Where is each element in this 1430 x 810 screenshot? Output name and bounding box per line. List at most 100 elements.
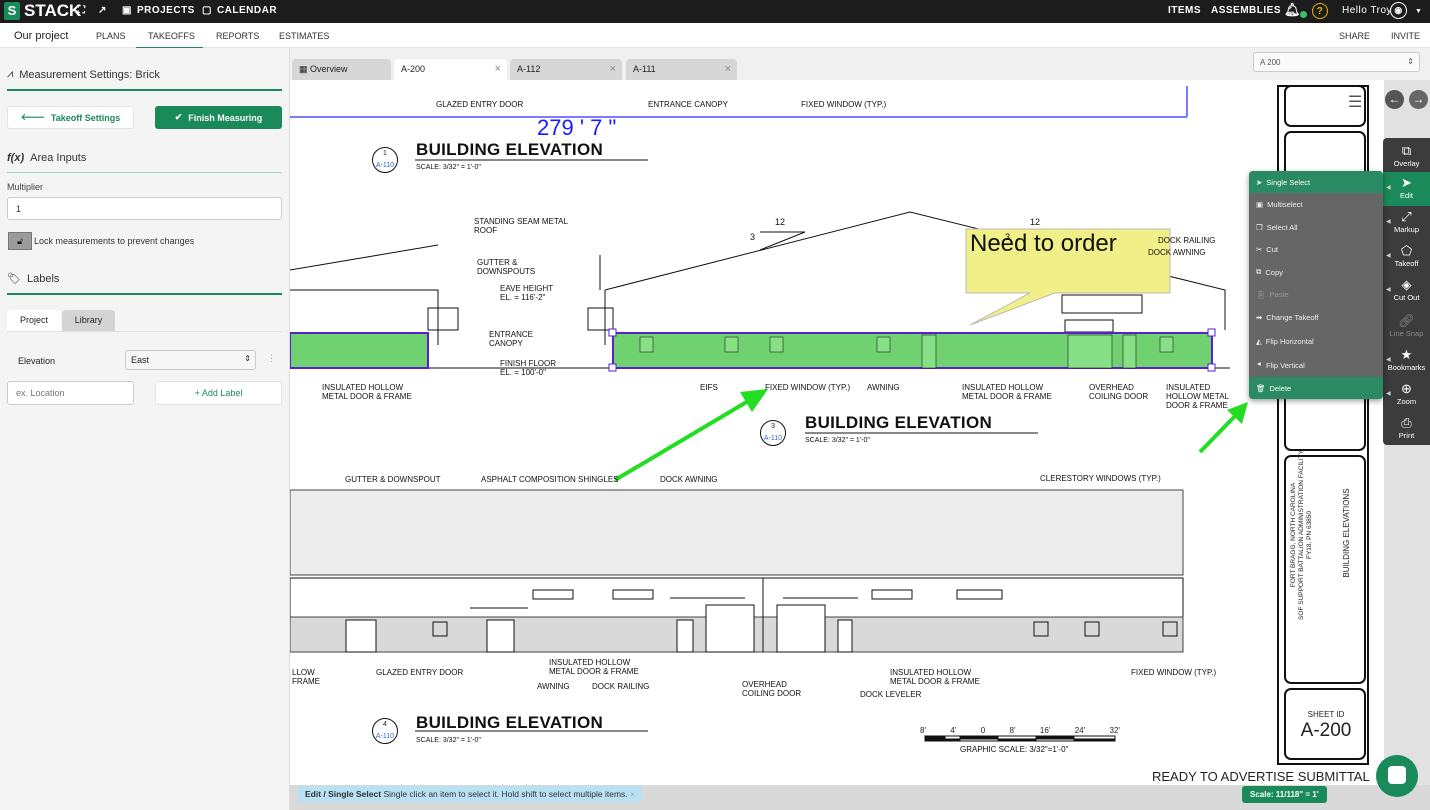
tool-label: Edit [1400, 191, 1413, 200]
user-greeting[interactable]: Hello Troy [1342, 5, 1392, 16]
tab-reports[interactable]: REPORTS [216, 31, 259, 41]
select-arrows-icon: ⇕ [1407, 57, 1414, 66]
drawing-label: OVERHEAD COILING DOOR [742, 680, 802, 698]
location-input[interactable] [7, 381, 134, 405]
menu-multiselect[interactable]: ▣ Multiselect [1249, 193, 1383, 215]
stack-logo[interactable]: S STACK [4, 1, 81, 21]
tool-print[interactable]: ⎙ Print [1383, 412, 1430, 446]
area-inputs-header: f(x) Area Inputs [7, 152, 282, 173]
sheet-select[interactable]: A 200 ⇕ [1253, 52, 1420, 72]
menu-flip-horizontal[interactable]: ◭ Flip Horizontal [1249, 330, 1383, 352]
top-bar: S STACK ⛶ ↗ ▣ PROJECTS ▢ CALENDAR ITEMS ASS… [0, 0, 1430, 23]
takeoff-settings-button[interactable]: 🡐 Takeoff Settings [7, 106, 134, 129]
tool-edit[interactable]: ◀ ➤ Edit [1383, 172, 1430, 206]
projects-link[interactable]: ▣ PROJECTS [122, 5, 195, 16]
menu-single-select[interactable]: ➤ Single Select [1249, 171, 1383, 193]
share-link[interactable]: SHARE [1339, 31, 1370, 41]
tool-line-snap[interactable]: 🔗︎ Line Snap [1383, 310, 1430, 344]
scale-badge[interactable]: Scale: 11/118" = 1' [1242, 786, 1327, 803]
tab-estimates[interactable]: ESTIMATES [279, 31, 329, 41]
lock-toggle-button[interactable]: 🔓︎ [8, 232, 32, 250]
drawing-label: EIFS [700, 383, 718, 392]
elevation-scale: SCALE: 3/32" = 1'-0" [416, 164, 481, 171]
chat-button[interactable] [1376, 755, 1418, 797]
drawing-label: ASPHALT COMPOSITION SHINGLES [481, 475, 619, 484]
tab-a-112[interactable]: A-112 × [510, 59, 622, 81]
menu-change-takeoff[interactable]: ➡ Change Takeoff [1249, 306, 1383, 328]
labels-title: Labels [26, 272, 60, 285]
add-label-button[interactable]: + Add Label [155, 381, 282, 405]
menu-copy[interactable]: ⧉ Copy [1249, 261, 1383, 283]
menu-paste[interactable]: 📋︎ Paste [1249, 283, 1383, 305]
menu-cut[interactable]: ✂ Cut [1249, 238, 1383, 260]
fullscreen-icon[interactable]: ⛶ [78, 5, 86, 16]
labels-tab-library[interactable]: Library [62, 310, 115, 331]
tool-zoom[interactable]: ◀ ⊕ Zoom [1383, 378, 1430, 412]
external-link-icon[interactable]: ↗ [98, 5, 107, 16]
copy-icon: ⧉ [1256, 267, 1262, 276]
notifications-bell-icon[interactable]: 🔔︎ [1284, 2, 1308, 18]
edit-menu: ➤ Single Select ▣ Multiselect ❐ Select All … [1249, 171, 1383, 399]
elevation-scale: SCALE: 3/32" = 1'-0" [416, 737, 481, 744]
tool-markup[interactable]: ◀ ⤢ Markup [1383, 206, 1430, 240]
chevron-down-icon[interactable]: ▼ [1415, 8, 1422, 15]
drawing-label: LLOW FRAME [292, 668, 320, 686]
tab-takeoffs[interactable]: TAKEOFFS [136, 31, 203, 49]
printer-icon: ⎙ [1401, 415, 1412, 430]
assemblies-link[interactable]: ASSEMBLIES [1211, 5, 1281, 16]
tool-overlay[interactable]: ⧉ Overlay [1383, 140, 1430, 174]
drawing-label: 3 [1005, 232, 1011, 242]
elevation-scale: SCALE: 3/32" = 1'-0" [805, 437, 870, 444]
finish-measuring-button[interactable]: ✔ Finish Measuring [155, 106, 282, 129]
drawing-label: 12 [775, 217, 786, 227]
drawing-canvas[interactable]: 279 ' 7 " Need to order 1 A-110 BUILDING … [290, 80, 1384, 785]
next-sheet-button[interactable]: → [1409, 90, 1428, 109]
menu-select-all[interactable]: ❐ Select All [1249, 216, 1383, 238]
calendar-link[interactable]: ▢ CALENDAR [202, 5, 277, 16]
tool-label: Print [1398, 431, 1415, 440]
tab-label: A-111 [633, 64, 656, 74]
tool-label: Bookmarks [1387, 363, 1426, 372]
elevation-select[interactable]: East ⇕ [125, 350, 256, 370]
tab-a-200[interactable]: A-200 × [394, 59, 507, 81]
previous-sheet-button[interactable]: ← [1385, 90, 1404, 109]
mode-hint: Edit / Single Select Single click an ite… [298, 786, 643, 802]
help-button[interactable]: ? [1312, 3, 1328, 19]
select-all-icon: ❐ [1256, 222, 1263, 232]
close-icon[interactable]: × [630, 789, 635, 799]
area-inputs-title: Area Inputs [30, 152, 87, 164]
menu-flip-vertical[interactable]: ⯇ Flip Vertical [1249, 354, 1383, 376]
menu-label: Change Takeoff [1266, 312, 1319, 322]
close-icon[interactable]: × [495, 63, 501, 75]
annotation-arrows [613, 389, 1248, 482]
multiplier-input[interactable] [7, 197, 282, 220]
menu-label: Single Select [1266, 177, 1311, 187]
flip-horizontal-icon: ◭ [1256, 336, 1262, 346]
drawing-label: INSULATED HOLLOW METAL DOOR & FRAME [549, 658, 639, 676]
tab-overview[interactable]: ▦ Overview [292, 59, 391, 81]
close-icon[interactable]: × [610, 63, 616, 75]
tab-label: Overview [310, 64, 348, 74]
tool-takeoff[interactable]: ◀ ⬠ Takeoff [1383, 240, 1430, 274]
close-icon[interactable]: × [725, 63, 731, 75]
tab-label: A-112 [517, 64, 541, 74]
calendar-icon: ▢ [202, 5, 212, 16]
menu-delete[interactable]: 🗑︎ Delete [1249, 377, 1383, 399]
drawing-label: INSULATED HOLLOW METAL DOOR & FRAME [1166, 383, 1229, 410]
elevation-label: Elevation [18, 356, 56, 366]
tab-plans[interactable]: PLANS [96, 31, 126, 41]
more-options-icon[interactable]: ⋮ [267, 353, 276, 364]
tab-a-111[interactable]: A-111 × [626, 59, 737, 81]
measurement-settings-header: ⩘ Measurement Settings: Brick [7, 68, 282, 91]
tool-cut-out[interactable]: ◀ ◈ Cut Out [1383, 274, 1430, 308]
items-link[interactable]: ITEMS [1168, 5, 1201, 16]
invite-link[interactable]: INVITE [1391, 31, 1420, 41]
user-avatar-icon[interactable]: ◉ [1390, 2, 1407, 19]
elevation-marker: 1 A-110 [372, 147, 398, 173]
labels-tab-project[interactable]: Project [7, 310, 61, 331]
left-panel: ⩘ Measurement Settings: Brick 🡐 Takeoff Se… [0, 48, 290, 810]
menu-label: Multiselect [1267, 199, 1303, 209]
tool-bookmarks[interactable]: ◀ ★ Bookmarks [1383, 344, 1430, 378]
tool-label: Takeoff [1394, 259, 1419, 268]
layers-icon[interactable]: ☰ [1348, 92, 1362, 112]
